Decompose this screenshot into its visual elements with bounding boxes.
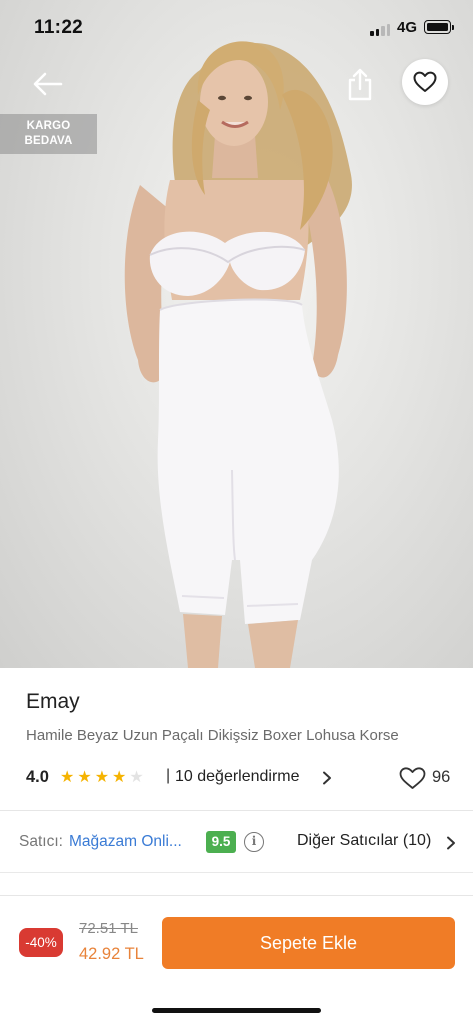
review-count-link[interactable]: 10 değerlendirme [175,768,300,786]
free-shipping-line2: BEDAVA [24,135,73,147]
other-sellers-link[interactable]: Diğer Satıcılar (10) [297,832,431,850]
favorite-button[interactable] [402,59,448,105]
info-icon[interactable]: i [244,832,264,852]
star-filled-icon: ★ [112,769,127,786]
star-filled-icon: ★ [60,769,75,786]
product-title: Hamile Beyaz Uzun Paçalı Dikişsiz Boxer … [26,727,399,744]
free-shipping-line1: KARGO [26,120,71,132]
share-icon [348,68,372,101]
arrow-left-icon [33,72,63,96]
rating-value: 4.0 [26,768,49,786]
signal-strength-icon [370,22,390,36]
rating-separator: | [166,767,171,784]
divider [0,810,473,811]
network-type: 4G [397,19,418,36]
share-button[interactable] [344,66,376,102]
discount-badge: -40% [19,928,63,957]
star-filled-icon: ★ [77,769,92,786]
heart-outline-icon [399,767,426,789]
favorite-count-value: 96 [432,768,451,786]
purchase-bar: -40% 72.51 TL 42.92 TL Sepete Ekle [0,895,473,1024]
old-price: 72.51 TL [79,920,138,937]
seller-row: Satıcı: Mağazam Onli... 9.5 i Diğer Satı… [0,812,473,872]
product-image[interactable]: 11:22 4G KARGO BEDAVA [0,0,473,668]
section-gap [0,872,473,894]
battery-icon [424,20,454,34]
product-brand[interactable]: Emay [26,690,80,714]
chevron-right-icon [447,836,455,850]
star-filled-icon: ★ [94,769,110,786]
add-to-cart-button[interactable]: Sepete Ekle [162,917,455,969]
home-indicator[interactable] [152,1008,321,1013]
rating-row[interactable]: 4.0 ★ ★ ★ ★ ★ | 10 değerlendirme 96 [26,766,456,790]
current-price: 42.92 TL [79,945,144,963]
chevron-right-icon [323,771,331,785]
back-button[interactable] [30,66,66,102]
free-shipping-badge: KARGO BEDAVA [0,114,97,154]
rating-stars: ★ ★ ★ ★ ★ [60,769,147,787]
heart-outline-icon [413,71,437,92]
status-bar: 11:22 4G [0,0,473,56]
status-time: 11:22 [34,17,84,38]
seller-score-badge: 9.5 [206,831,236,853]
seller-name-link[interactable]: Mağazam Onli... [69,833,182,851]
star-empty-icon: ★ [129,769,144,786]
product-photo [124,41,352,668]
seller-label: Satıcı: [19,833,63,850]
